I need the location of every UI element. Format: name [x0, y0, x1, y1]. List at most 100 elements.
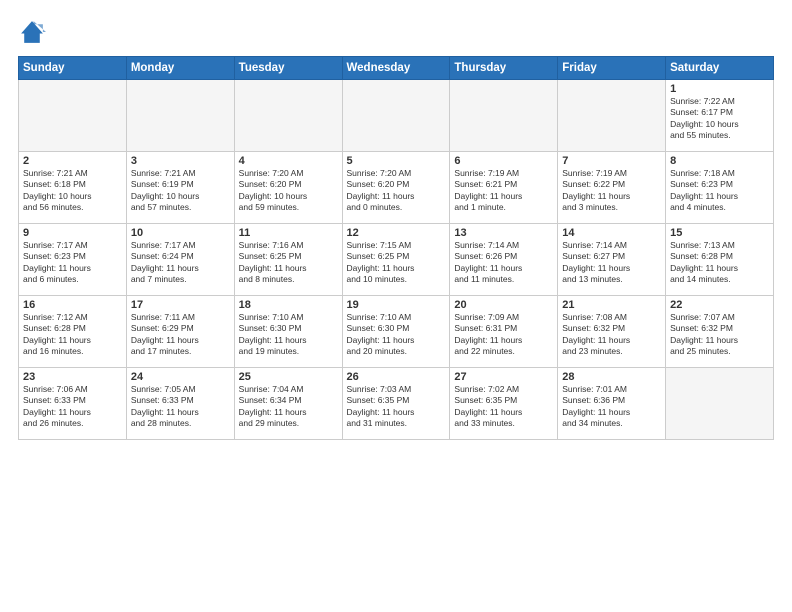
day-number: 22 [670, 299, 769, 311]
day-info: Sunrise: 7:19 AM Sunset: 6:21 PM Dayligh… [454, 168, 553, 214]
day-number: 21 [562, 299, 661, 311]
day-info: Sunrise: 7:21 AM Sunset: 6:19 PM Dayligh… [131, 168, 230, 214]
day-number: 11 [239, 227, 338, 239]
logo-icon [18, 18, 46, 46]
day-number: 25 [239, 371, 338, 383]
calendar-day: 27Sunrise: 7:02 AM Sunset: 6:35 PM Dayli… [450, 368, 558, 440]
calendar-day: 6Sunrise: 7:19 AM Sunset: 6:21 PM Daylig… [450, 152, 558, 224]
day-info: Sunrise: 7:06 AM Sunset: 6:33 PM Dayligh… [23, 384, 122, 430]
day-number: 26 [347, 371, 446, 383]
day-info: Sunrise: 7:10 AM Sunset: 6:30 PM Dayligh… [239, 312, 338, 358]
page: SundayMondayTuesdayWednesdayThursdayFrid… [0, 0, 792, 612]
day-info: Sunrise: 7:17 AM Sunset: 6:24 PM Dayligh… [131, 240, 230, 286]
day-number: 1 [670, 83, 769, 95]
calendar-day [450, 80, 558, 152]
day-info: Sunrise: 7:22 AM Sunset: 6:17 PM Dayligh… [670, 96, 769, 142]
day-number: 4 [239, 155, 338, 167]
calendar-day: 15Sunrise: 7:13 AM Sunset: 6:28 PM Dayli… [666, 224, 774, 296]
day-info: Sunrise: 7:02 AM Sunset: 6:35 PM Dayligh… [454, 384, 553, 430]
day-info: Sunrise: 7:12 AM Sunset: 6:28 PM Dayligh… [23, 312, 122, 358]
calendar-day: 20Sunrise: 7:09 AM Sunset: 6:31 PM Dayli… [450, 296, 558, 368]
day-number: 3 [131, 155, 230, 167]
day-info: Sunrise: 7:16 AM Sunset: 6:25 PM Dayligh… [239, 240, 338, 286]
day-number: 2 [23, 155, 122, 167]
day-info: Sunrise: 7:18 AM Sunset: 6:23 PM Dayligh… [670, 168, 769, 214]
weekday-header-sunday: Sunday [19, 57, 127, 80]
day-info: Sunrise: 7:21 AM Sunset: 6:18 PM Dayligh… [23, 168, 122, 214]
calendar-week-row: 1Sunrise: 7:22 AM Sunset: 6:17 PM Daylig… [19, 80, 774, 152]
calendar-day: 2Sunrise: 7:21 AM Sunset: 6:18 PM Daylig… [19, 152, 127, 224]
calendar-week-row: 9Sunrise: 7:17 AM Sunset: 6:23 PM Daylig… [19, 224, 774, 296]
day-number: 7 [562, 155, 661, 167]
day-number: 5 [347, 155, 446, 167]
calendar-day [19, 80, 127, 152]
calendar-day [666, 368, 774, 440]
day-number: 27 [454, 371, 553, 383]
day-info: Sunrise: 7:08 AM Sunset: 6:32 PM Dayligh… [562, 312, 661, 358]
calendar-day: 13Sunrise: 7:14 AM Sunset: 6:26 PM Dayli… [450, 224, 558, 296]
calendar-day [126, 80, 234, 152]
day-info: Sunrise: 7:04 AM Sunset: 6:34 PM Dayligh… [239, 384, 338, 430]
day-number: 15 [670, 227, 769, 239]
day-info: Sunrise: 7:09 AM Sunset: 6:31 PM Dayligh… [454, 312, 553, 358]
calendar-week-row: 16Sunrise: 7:12 AM Sunset: 6:28 PM Dayli… [19, 296, 774, 368]
day-info: Sunrise: 7:03 AM Sunset: 6:35 PM Dayligh… [347, 384, 446, 430]
calendar-day: 17Sunrise: 7:11 AM Sunset: 6:29 PM Dayli… [126, 296, 234, 368]
calendar-week-row: 23Sunrise: 7:06 AM Sunset: 6:33 PM Dayli… [19, 368, 774, 440]
day-info: Sunrise: 7:14 AM Sunset: 6:26 PM Dayligh… [454, 240, 553, 286]
calendar-day: 12Sunrise: 7:15 AM Sunset: 6:25 PM Dayli… [342, 224, 450, 296]
weekday-header-monday: Monday [126, 57, 234, 80]
calendar-header-row: SundayMondayTuesdayWednesdayThursdayFrid… [19, 57, 774, 80]
weekday-header-saturday: Saturday [666, 57, 774, 80]
calendar-day: 10Sunrise: 7:17 AM Sunset: 6:24 PM Dayli… [126, 224, 234, 296]
day-info: Sunrise: 7:20 AM Sunset: 6:20 PM Dayligh… [239, 168, 338, 214]
day-number: 8 [670, 155, 769, 167]
weekday-header-thursday: Thursday [450, 57, 558, 80]
day-number: 13 [454, 227, 553, 239]
day-info: Sunrise: 7:10 AM Sunset: 6:30 PM Dayligh… [347, 312, 446, 358]
calendar-day: 21Sunrise: 7:08 AM Sunset: 6:32 PM Dayli… [558, 296, 666, 368]
day-info: Sunrise: 7:13 AM Sunset: 6:28 PM Dayligh… [670, 240, 769, 286]
header [18, 18, 774, 46]
day-number: 23 [23, 371, 122, 383]
day-number: 6 [454, 155, 553, 167]
calendar-day [558, 80, 666, 152]
day-number: 28 [562, 371, 661, 383]
day-info: Sunrise: 7:05 AM Sunset: 6:33 PM Dayligh… [131, 384, 230, 430]
day-number: 24 [131, 371, 230, 383]
calendar-table: SundayMondayTuesdayWednesdayThursdayFrid… [18, 56, 774, 440]
day-info: Sunrise: 7:15 AM Sunset: 6:25 PM Dayligh… [347, 240, 446, 286]
calendar-day: 7Sunrise: 7:19 AM Sunset: 6:22 PM Daylig… [558, 152, 666, 224]
day-info: Sunrise: 7:14 AM Sunset: 6:27 PM Dayligh… [562, 240, 661, 286]
day-info: Sunrise: 7:01 AM Sunset: 6:36 PM Dayligh… [562, 384, 661, 430]
day-number: 19 [347, 299, 446, 311]
calendar-week-row: 2Sunrise: 7:21 AM Sunset: 6:18 PM Daylig… [19, 152, 774, 224]
day-info: Sunrise: 7:20 AM Sunset: 6:20 PM Dayligh… [347, 168, 446, 214]
calendar-day: 19Sunrise: 7:10 AM Sunset: 6:30 PM Dayli… [342, 296, 450, 368]
weekday-header-wednesday: Wednesday [342, 57, 450, 80]
calendar-day [234, 80, 342, 152]
calendar-day: 8Sunrise: 7:18 AM Sunset: 6:23 PM Daylig… [666, 152, 774, 224]
calendar-day: 4Sunrise: 7:20 AM Sunset: 6:20 PM Daylig… [234, 152, 342, 224]
calendar-day: 25Sunrise: 7:04 AM Sunset: 6:34 PM Dayli… [234, 368, 342, 440]
day-number: 9 [23, 227, 122, 239]
day-number: 17 [131, 299, 230, 311]
calendar-day: 23Sunrise: 7:06 AM Sunset: 6:33 PM Dayli… [19, 368, 127, 440]
weekday-header-tuesday: Tuesday [234, 57, 342, 80]
calendar-day: 16Sunrise: 7:12 AM Sunset: 6:28 PM Dayli… [19, 296, 127, 368]
calendar-day: 9Sunrise: 7:17 AM Sunset: 6:23 PM Daylig… [19, 224, 127, 296]
calendar-day [342, 80, 450, 152]
day-number: 20 [454, 299, 553, 311]
calendar-day: 3Sunrise: 7:21 AM Sunset: 6:19 PM Daylig… [126, 152, 234, 224]
calendar-day: 1Sunrise: 7:22 AM Sunset: 6:17 PM Daylig… [666, 80, 774, 152]
calendar-day: 14Sunrise: 7:14 AM Sunset: 6:27 PM Dayli… [558, 224, 666, 296]
day-number: 16 [23, 299, 122, 311]
calendar-day: 24Sunrise: 7:05 AM Sunset: 6:33 PM Dayli… [126, 368, 234, 440]
calendar-day: 5Sunrise: 7:20 AM Sunset: 6:20 PM Daylig… [342, 152, 450, 224]
day-info: Sunrise: 7:19 AM Sunset: 6:22 PM Dayligh… [562, 168, 661, 214]
calendar-day: 11Sunrise: 7:16 AM Sunset: 6:25 PM Dayli… [234, 224, 342, 296]
calendar-day: 26Sunrise: 7:03 AM Sunset: 6:35 PM Dayli… [342, 368, 450, 440]
day-number: 14 [562, 227, 661, 239]
day-info: Sunrise: 7:07 AM Sunset: 6:32 PM Dayligh… [670, 312, 769, 358]
calendar-day: 28Sunrise: 7:01 AM Sunset: 6:36 PM Dayli… [558, 368, 666, 440]
